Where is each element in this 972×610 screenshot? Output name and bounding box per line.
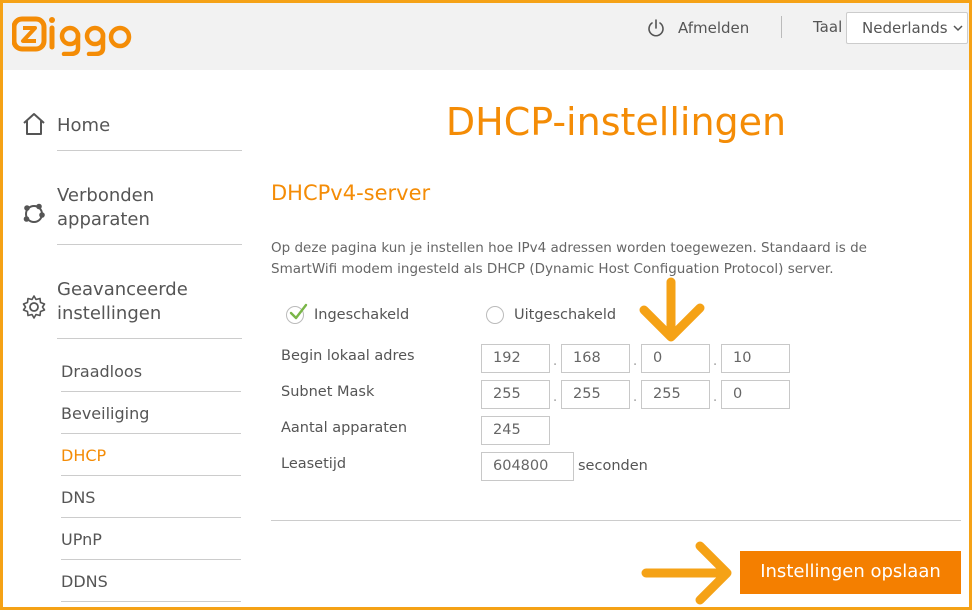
octet-separator: .	[633, 354, 638, 369]
begin-address-label: Begin lokaal adres	[281, 348, 415, 364]
subnet-mask-label: Subnet Mask	[281, 384, 375, 400]
radio-disabled[interactable]: Uitgeschakeld	[486, 306, 616, 324]
octet-separator: .	[633, 390, 638, 405]
subnet-mask-octet-3[interactable]: 255	[641, 380, 710, 409]
section-divider	[271, 520, 961, 521]
sidebar-item-home[interactable]: Home	[23, 113, 242, 151]
header-divider	[781, 16, 782, 38]
subnet-mask-octet-2[interactable]: 255	[561, 380, 630, 409]
radio-circle	[286, 303, 308, 324]
page-title: DHCP-instellingen	[445, 100, 787, 144]
device-count-label: Aantal apparaten	[281, 420, 408, 436]
radio-disabled-label: Uitgeschakeld	[514, 307, 617, 323]
chevron-down-icon	[953, 25, 963, 32]
description-line-1: Op deze pagina kun je instellen hoe IPv4…	[271, 240, 867, 256]
header-bar: Afmelden Taal Nederlands	[0, 0, 972, 70]
sidebar-item-label: DHCP	[61, 446, 107, 465]
gear-icon	[22, 295, 46, 319]
octet-separator: .	[713, 354, 718, 369]
sidebar-item-label-line2: apparaten	[57, 209, 150, 230]
arrow-right-icon	[641, 541, 732, 605]
ziggo-logo[interactable]	[12, 12, 132, 56]
sidebar-item-label: DDNS	[61, 572, 108, 591]
lease-time-unit: seconden	[578, 458, 648, 474]
arrow-down-icon	[639, 277, 705, 342]
sidebar-item-label-line2: instellingen	[57, 303, 162, 324]
save-settings-button[interactable]: Instellingen opslaan	[740, 551, 961, 594]
begin-address-octet-3[interactable]: 0	[641, 344, 710, 373]
connected-devices-icon	[23, 203, 45, 223]
lease-time-input[interactable]: 604800	[481, 452, 574, 481]
sidebar-item-label: Beveiliging	[61, 404, 150, 423]
device-count-input[interactable]: 245	[481, 416, 550, 445]
subnet-mask-octet-4[interactable]: 0	[721, 380, 790, 409]
sidebar-item-label: Draadloos	[61, 362, 143, 381]
description-text: Op deze pagina kun je instellen hoe IPv4…	[271, 238, 931, 280]
octet-separator: .	[553, 390, 558, 405]
begin-address-octet-2[interactable]: 168	[561, 344, 630, 373]
sidebar-item-label: DNS	[61, 488, 96, 507]
sidebar: Home Verbonden apparaten Geavanceerde in…	[0, 70, 255, 610]
language-selected-value: Nederlands	[862, 19, 948, 37]
sidebar-item-upnp[interactable]: UPnP	[61, 530, 241, 560]
language-select[interactable]: Nederlands	[846, 12, 968, 44]
sidebar-item-dhcp[interactable]: DHCP	[61, 446, 241, 476]
logout-label: Afmelden	[678, 19, 750, 37]
octet-separator: .	[713, 390, 718, 405]
radio-circle	[486, 306, 504, 324]
sidebar-item-ddns[interactable]: DDNS	[61, 572, 241, 602]
power-icon	[648, 19, 664, 37]
sidebar-item-label-line1: Geavanceerde	[57, 279, 188, 300]
octet-separator: .	[553, 354, 558, 369]
home-icon	[23, 113, 45, 135]
subnet-mask-octet-1[interactable]: 255	[481, 380, 550, 409]
description-line-2: SmartWifi modem ingesteld als DHCP (Dyna…	[271, 261, 834, 277]
language-label: Taal	[813, 18, 843, 36]
checkmark-icon	[289, 303, 308, 320]
begin-address-octet-1[interactable]: 192	[481, 344, 550, 373]
sidebar-item-label: Home	[57, 115, 111, 136]
lease-time-label: Leasetijd	[281, 456, 347, 472]
section-title: DHCPv4-server	[271, 181, 431, 205]
sidebar-item-beveiliging[interactable]: Beveiliging	[61, 404, 241, 434]
sidebar-item-advanced-settings[interactable]: Geavanceerde instellingen	[22, 278, 242, 339]
begin-address-octet-4[interactable]: 10	[721, 344, 790, 373]
logout-button[interactable]: Afmelden	[646, 16, 749, 40]
sidebar-item-connected-devices[interactable]: Verbonden apparaten	[23, 184, 242, 245]
sidebar-item-label: UPnP	[61, 530, 102, 549]
sidebar-item-label-line1: Verbonden	[57, 185, 155, 206]
sidebar-item-dns[interactable]: DNS	[61, 488, 241, 518]
radio-enabled[interactable]: Ingeschakeld	[286, 303, 410, 324]
sidebar-item-draadloos[interactable]: Draadloos	[61, 362, 241, 392]
radio-enabled-label: Ingeschakeld	[314, 307, 410, 323]
